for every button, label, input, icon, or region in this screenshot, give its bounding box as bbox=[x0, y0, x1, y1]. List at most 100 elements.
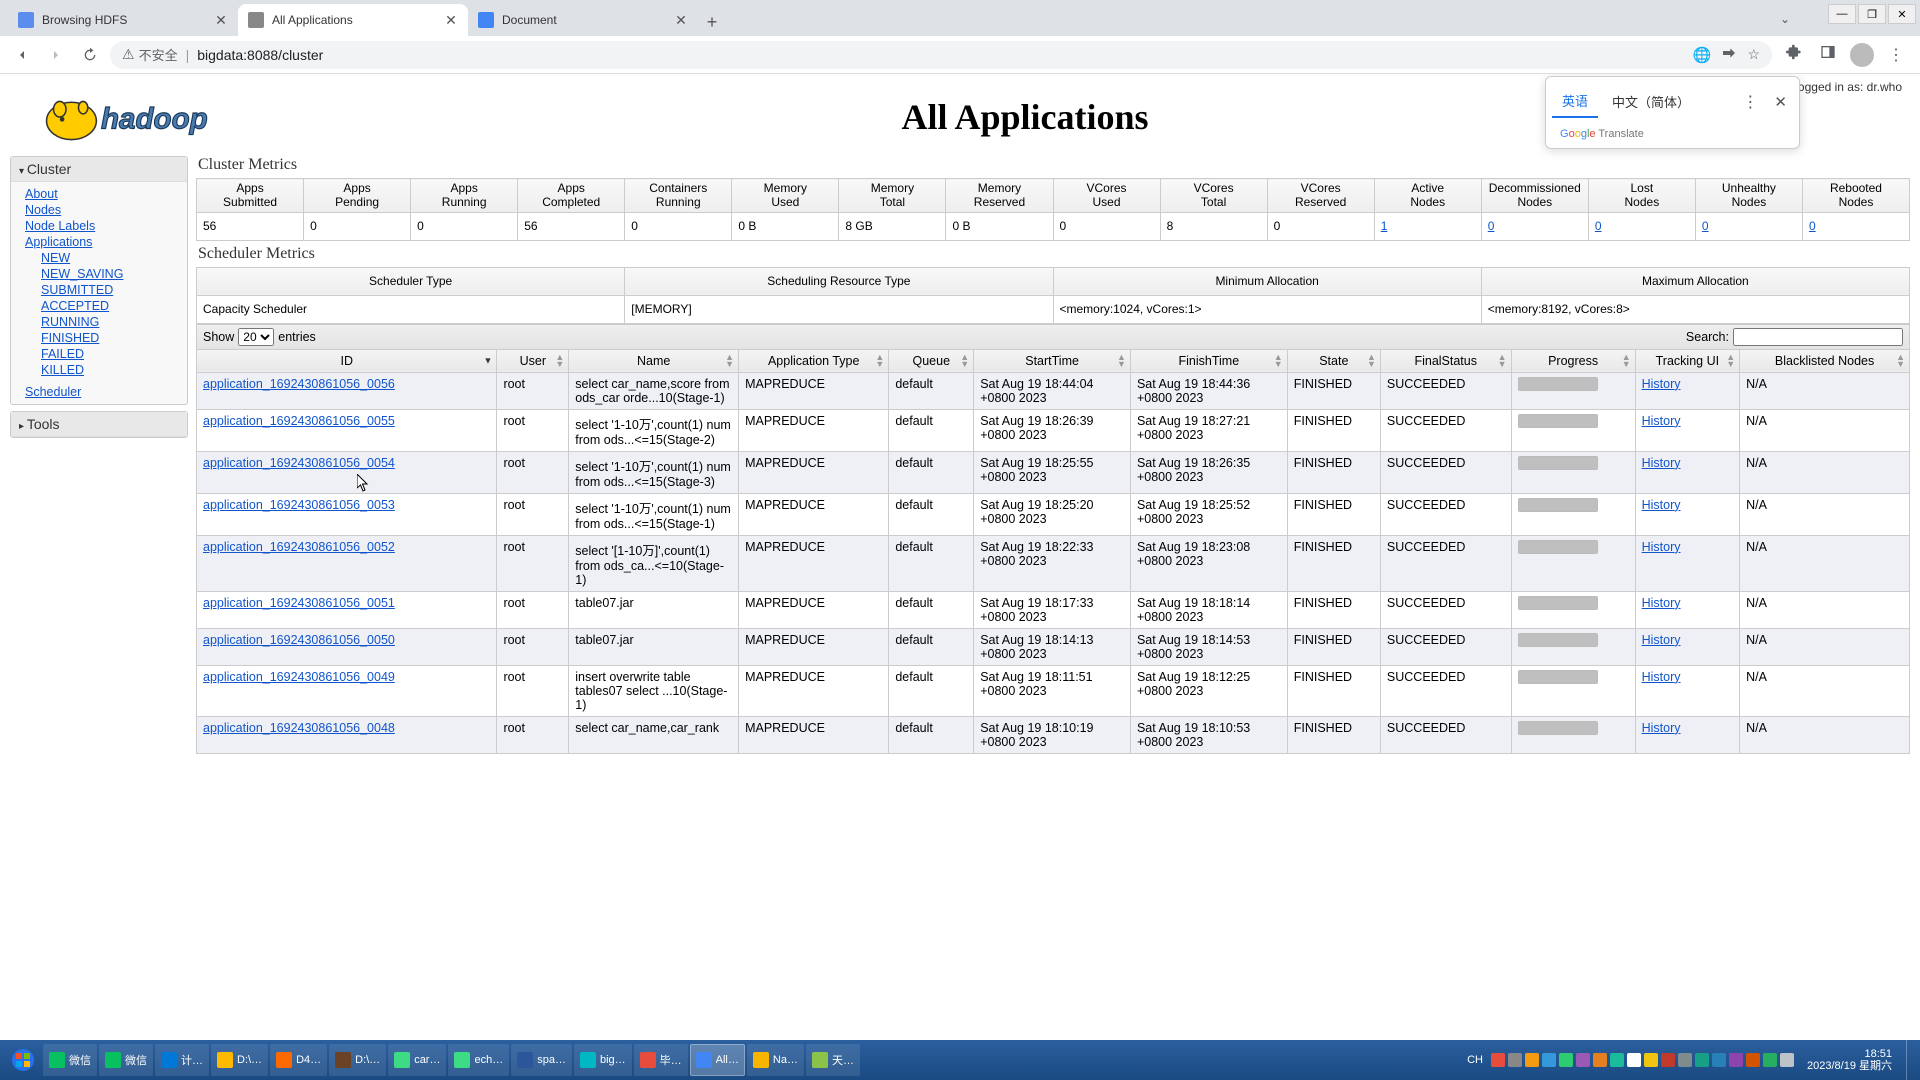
table-header-id[interactable]: ID▼ bbox=[197, 349, 497, 372]
sidebar-tools-header[interactable]: Tools bbox=[11, 412, 187, 437]
tray-icon[interactable] bbox=[1491, 1053, 1505, 1067]
taskbar-item[interactable]: ech… bbox=[448, 1044, 509, 1076]
taskbar-item[interactable]: spa… bbox=[511, 1044, 572, 1076]
translate-close-icon[interactable]: ✕ bbox=[1768, 93, 1793, 111]
tray-icon[interactable] bbox=[1729, 1053, 1743, 1067]
tabs-dropdown-icon[interactable]: ⌄ bbox=[1780, 12, 1790, 26]
table-header-starttime[interactable]: StartTime▲▼ bbox=[974, 349, 1131, 372]
browser-tab[interactable]: All Applications ✕ bbox=[238, 4, 468, 36]
tracking-link[interactable]: History bbox=[1642, 498, 1681, 512]
tray-icon[interactable] bbox=[1508, 1053, 1522, 1067]
taskbar-item[interactable]: D:\… bbox=[329, 1044, 386, 1076]
translate-lang-chinese[interactable]: 中文（简体） bbox=[1602, 86, 1700, 117]
tracking-link[interactable]: History bbox=[1642, 670, 1681, 684]
tray-icon[interactable] bbox=[1763, 1053, 1777, 1067]
sidebar-item-app-failed[interactable]: FAILED bbox=[11, 346, 187, 362]
sidebar-item-applications[interactable]: Applications bbox=[11, 234, 187, 250]
new-tab-button[interactable]: + bbox=[698, 8, 726, 36]
bookmark-icon[interactable]: ☆ bbox=[1747, 46, 1760, 63]
metrics-link[interactable]: 0 bbox=[1595, 219, 1602, 233]
taskbar-item[interactable]: car… bbox=[388, 1044, 446, 1076]
sidebar-item-app-accepted[interactable]: ACCEPTED bbox=[11, 298, 187, 314]
tray-icon[interactable] bbox=[1780, 1053, 1794, 1067]
metrics-link[interactable]: 0 bbox=[1488, 219, 1495, 233]
app-id-link[interactable]: application_1692430861056_0051 bbox=[203, 596, 395, 610]
sidebar-item-node-labels[interactable]: Node Labels bbox=[11, 218, 187, 234]
back-button[interactable] bbox=[8, 41, 36, 69]
table-header-user[interactable]: User▲▼ bbox=[497, 349, 569, 372]
hadoop-logo[interactable]: hadoop bbox=[12, 82, 302, 152]
window-minimize-button[interactable]: — bbox=[1828, 4, 1856, 24]
tracking-link[interactable]: History bbox=[1642, 721, 1681, 735]
taskbar-item[interactable]: D4… bbox=[270, 1044, 327, 1076]
taskbar-item[interactable]: All… bbox=[690, 1044, 745, 1076]
browser-tab[interactable]: Browsing HDFS ✕ bbox=[8, 4, 238, 36]
tray-icon[interactable] bbox=[1525, 1053, 1539, 1067]
taskbar-item[interactable]: 微信 bbox=[43, 1044, 97, 1076]
tray-icon[interactable] bbox=[1559, 1053, 1573, 1067]
start-button[interactable] bbox=[4, 1044, 42, 1076]
taskbar-item[interactable]: 计… bbox=[155, 1044, 209, 1076]
table-header-application-type[interactable]: Application Type▲▼ bbox=[739, 349, 889, 372]
table-header-state[interactable]: State▲▼ bbox=[1287, 349, 1380, 372]
table-header-name[interactable]: Name▲▼ bbox=[569, 349, 739, 372]
app-id-link[interactable]: application_1692430861056_0048 bbox=[203, 721, 395, 735]
app-id-link[interactable]: application_1692430861056_0056 bbox=[203, 377, 395, 391]
show-desktop-button[interactable] bbox=[1906, 1040, 1916, 1080]
sidepanel-icon[interactable] bbox=[1816, 44, 1840, 65]
address-bar[interactable]: ⚠ 不安全 | bigdata:8088/cluster 🌐 ☆ bbox=[110, 41, 1772, 69]
page-size-select[interactable]: 20 bbox=[238, 328, 274, 346]
window-close-button[interactable]: ✕ bbox=[1888, 4, 1916, 24]
share-icon[interactable] bbox=[1721, 45, 1737, 64]
taskbar-item[interactable]: 毕… bbox=[634, 1044, 688, 1076]
tracking-link[interactable]: History bbox=[1642, 377, 1681, 391]
sidebar-item-app-killed[interactable]: KILLED bbox=[11, 362, 187, 378]
metrics-link[interactable]: 1 bbox=[1381, 219, 1388, 233]
forward-button[interactable] bbox=[42, 41, 70, 69]
sidebar-item-app-new_saving[interactable]: NEW_SAVING bbox=[11, 266, 187, 282]
tray-icon[interactable] bbox=[1593, 1053, 1607, 1067]
sidebar-item-scheduler[interactable]: Scheduler bbox=[11, 384, 187, 400]
app-id-link[interactable]: application_1692430861056_0052 bbox=[203, 540, 395, 554]
tray-icon[interactable] bbox=[1627, 1053, 1641, 1067]
sidebar-item-nodes[interactable]: Nodes bbox=[11, 202, 187, 218]
tab-close-icon[interactable]: ✕ bbox=[214, 13, 228, 27]
app-id-link[interactable]: application_1692430861056_0053 bbox=[203, 498, 395, 512]
tray-icon[interactable] bbox=[1661, 1053, 1675, 1067]
taskbar-clock[interactable]: 18:51 2023/8/19 星期六 bbox=[1799, 1048, 1900, 1072]
sidebar-item-app-running[interactable]: RUNNING bbox=[11, 314, 187, 330]
table-header-queue[interactable]: Queue▲▼ bbox=[889, 349, 974, 372]
tracking-link[interactable]: History bbox=[1642, 540, 1681, 554]
app-id-link[interactable]: application_1692430861056_0054 bbox=[203, 456, 395, 470]
profile-avatar[interactable] bbox=[1850, 43, 1874, 67]
sidebar-item-app-submitted[interactable]: SUBMITTED bbox=[11, 282, 187, 298]
sidebar-item-app-finished[interactable]: FINISHED bbox=[11, 330, 187, 346]
security-indicator[interactable]: ⚠ 不安全 bbox=[122, 45, 178, 64]
sidebar-cluster-header[interactable]: Cluster bbox=[11, 157, 187, 182]
taskbar-item[interactable]: 微信 bbox=[99, 1044, 153, 1076]
table-header-tracking-ui[interactable]: Tracking UI▲▼ bbox=[1635, 349, 1740, 372]
translate-icon[interactable]: 🌐 bbox=[1693, 46, 1712, 64]
tray-icon[interactable] bbox=[1746, 1053, 1760, 1067]
browser-tab[interactable]: Document ✕ bbox=[468, 4, 698, 36]
tray-icon[interactable] bbox=[1576, 1053, 1590, 1067]
tab-close-icon[interactable]: ✕ bbox=[444, 13, 458, 27]
sidebar-item-app-new[interactable]: NEW bbox=[11, 250, 187, 266]
tracking-link[interactable]: History bbox=[1642, 456, 1681, 470]
tray-icon[interactable] bbox=[1644, 1053, 1658, 1067]
table-header-finishtime[interactable]: FinishTime▲▼ bbox=[1130, 349, 1287, 372]
table-header-progress[interactable]: Progress▲▼ bbox=[1511, 349, 1635, 372]
ime-indicator[interactable]: CH bbox=[1464, 1054, 1486, 1066]
tab-close-icon[interactable]: ✕ bbox=[674, 13, 688, 27]
app-id-link[interactable]: application_1692430861056_0050 bbox=[203, 633, 395, 647]
translate-more-icon[interactable]: ⋮ bbox=[1736, 92, 1764, 112]
tracking-link[interactable]: History bbox=[1642, 633, 1681, 647]
table-header-finalstatus[interactable]: FinalStatus▲▼ bbox=[1380, 349, 1511, 372]
taskbar-item[interactable]: D:\… bbox=[211, 1044, 268, 1076]
sidebar-item-about[interactable]: About bbox=[11, 186, 187, 202]
window-restore-button[interactable]: ❐ bbox=[1858, 4, 1886, 24]
app-id-link[interactable]: application_1692430861056_0055 bbox=[203, 414, 395, 428]
extensions-icon[interactable] bbox=[1782, 44, 1806, 65]
tray-icon[interactable] bbox=[1712, 1053, 1726, 1067]
tray-icon[interactable] bbox=[1695, 1053, 1709, 1067]
